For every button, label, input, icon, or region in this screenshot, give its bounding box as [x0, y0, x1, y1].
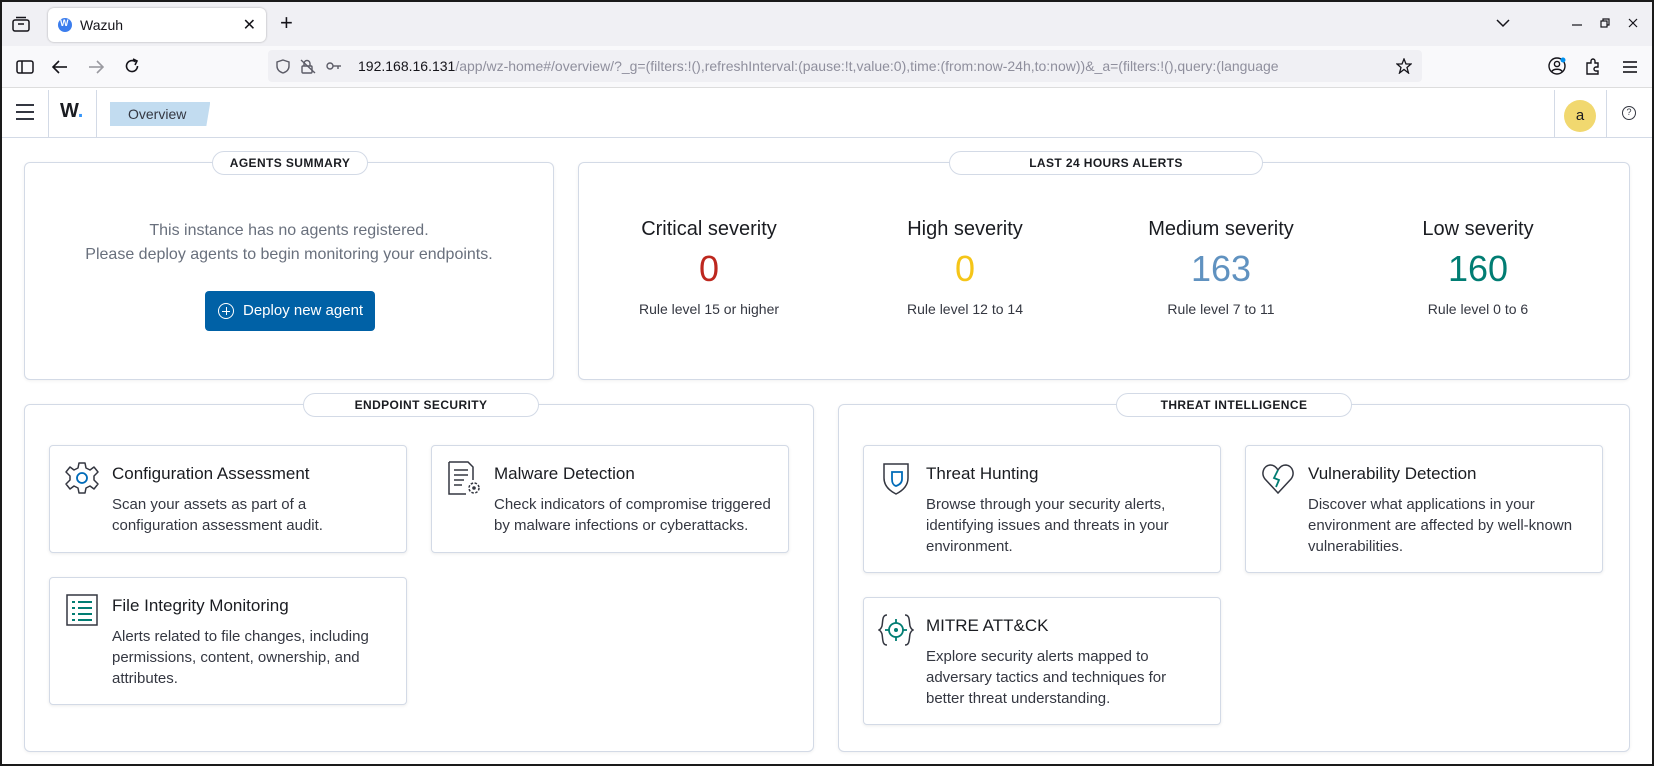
header-divider: [96, 90, 97, 138]
shield-icon[interactable]: [276, 59, 290, 74]
app-header: W. Overview a ?: [2, 90, 1652, 138]
navigation-bar: 192.168.16.131/app/wz-home#/overview/?_g…: [2, 46, 1652, 88]
severity-rule-level: Rule level 0 to 6: [1427, 301, 1529, 317]
header-divider: [48, 90, 49, 138]
deploy-new-agent-button[interactable]: Deploy new agent: [205, 291, 375, 331]
tab-strip: Wazuh ✕ +: [2, 2, 1652, 46]
tab-list-icon[interactable]: [12, 16, 30, 32]
card-description: Discover what applications in your envir…: [1308, 496, 1573, 555]
menu-icon[interactable]: [16, 104, 34, 120]
tab-overflow-chevron-icon[interactable]: [1496, 18, 1510, 28]
severity-rule-level: Rule level 12 to 14: [907, 301, 1023, 317]
agents-summary-panel: AGENTS SUMMARY This instance has no agen…: [24, 151, 554, 380]
card-description: Scan your assets as part of a configurat…: [112, 496, 323, 534]
url-bar[interactable]: 192.168.16.131/app/wz-home#/overview/?_g…: [268, 50, 1422, 82]
last-24-hours-alerts-title: LAST 24 HOURS ALERTS: [949, 151, 1263, 175]
severity-count[interactable]: 163: [1096, 245, 1346, 293]
restore-icon[interactable]: [1600, 18, 1610, 28]
key-icon[interactable]: [326, 61, 342, 71]
card-title: Configuration Assessment: [112, 464, 310, 483]
wazuh-logo[interactable]: W.: [60, 100, 83, 123]
configuration-assessment-card[interactable]: Configuration Assessment Scan your asset…: [49, 445, 407, 553]
threat-hunting-card[interactable]: Threat Hunting Browse through your secur…: [863, 445, 1221, 573]
medium-severity-stat[interactable]: Medium severity 163 Rule level 7 to 11: [1096, 215, 1346, 319]
plus-circle-icon: [218, 303, 234, 319]
shield-hunting-icon: [883, 463, 909, 495]
app-menu-icon[interactable]: [1622, 60, 1638, 74]
malware-detection-card[interactable]: Malware Detection Check indicators of co…: [431, 445, 789, 553]
new-tab-icon[interactable]: +: [280, 12, 293, 34]
breadcrumb-overview[interactable]: Overview: [110, 102, 211, 126]
card-description: Alerts related to file changes, includin…: [112, 628, 369, 687]
endpoint-security-title: ENDPOINT SECURITY: [303, 393, 539, 417]
reload-icon[interactable]: [124, 58, 140, 74]
browser-tab[interactable]: Wazuh ✕: [48, 8, 266, 42]
list-document-icon: [66, 594, 98, 626]
deploy-new-agent-label: Deploy new agent: [243, 302, 364, 319]
low-severity-stat[interactable]: Low severity 160 Rule level 0 to 6: [1353, 215, 1603, 319]
logo-dot: .: [77, 100, 84, 122]
card-description: Check indicators of compromise triggered…: [494, 496, 771, 534]
header-divider: [1554, 90, 1555, 138]
logo-letter: W: [60, 100, 78, 122]
browser-window: Wazuh ✕ +: [0, 0, 1654, 766]
vulnerability-detection-card[interactable]: Vulnerability Detection Discover what ap…: [1245, 445, 1603, 573]
wazuh-favicon-icon: [58, 18, 72, 32]
last-24-hours-alerts-panel: LAST 24 HOURS ALERTS Critical severity 0…: [578, 151, 1630, 380]
card-title: Vulnerability Detection: [1308, 464, 1477, 483]
target-icon: [878, 614, 914, 646]
broken-heart-icon: [1262, 464, 1294, 495]
account-icon[interactable]: [1548, 57, 1566, 75]
mitre-attack-card[interactable]: MITRE ATT&CK Explore security alerts map…: [863, 597, 1221, 725]
threat-intelligence-panel: THREAT INTELLIGENCE Threat Hunting Brows…: [838, 393, 1630, 752]
card-description: Browse through your security alerts, ide…: [926, 496, 1169, 555]
severity-title: Critical severity: [641, 218, 777, 240]
card-title: MITRE ATT&CK: [926, 616, 1049, 635]
url-host: 192.168.16.131: [358, 58, 456, 74]
card-title: Malware Detection: [494, 464, 635, 483]
no-agents-message: This instance has no agents registered.: [149, 222, 429, 239]
severity-rule-level: Rule level 15 or higher: [638, 301, 780, 317]
document-gear-icon: [448, 461, 480, 495]
card-title: Threat Hunting: [926, 464, 1039, 483]
avatar[interactable]: a: [1564, 100, 1596, 132]
sidebar-toggle-icon[interactable]: [16, 60, 34, 74]
minimize-icon[interactable]: [1572, 22, 1582, 26]
severity-title: Low severity: [1422, 218, 1534, 240]
url-text[interactable]: 192.168.16.131/app/wz-home#/overview/?_g…: [358, 58, 1388, 74]
insecure-lock-icon[interactable]: [300, 59, 316, 74]
severity-count[interactable]: 0: [840, 245, 1090, 293]
agents-summary-title: AGENTS SUMMARY: [212, 151, 368, 175]
url-path: /app/wz-home#/overview/?_g=(filters:!(),…: [455, 58, 1279, 74]
forward-arrow-icon[interactable]: [88, 60, 104, 74]
close-tab-icon[interactable]: ✕: [243, 15, 256, 35]
deploy-agents-message: Please deploy agents to begin monitoring…: [85, 246, 493, 263]
severity-rule-level: Rule level 7 to 11: [1167, 301, 1275, 317]
header-divider: [1606, 90, 1607, 138]
endpoint-security-panel: ENDPOINT SECURITY Configuration Assessme…: [24, 393, 814, 752]
file-integrity-monitoring-card[interactable]: File Integrity Monitoring Alerts related…: [49, 577, 407, 705]
close-window-icon[interactable]: [1628, 18, 1638, 28]
severity-count[interactable]: 160: [1353, 245, 1603, 293]
critical-severity-stat[interactable]: Critical severity 0 Rule level 15 or hig…: [584, 215, 834, 319]
high-severity-stat[interactable]: High severity 0 Rule level 12 to 14: [840, 215, 1090, 319]
threat-intelligence-title: THREAT INTELLIGENCE: [1116, 393, 1352, 417]
severity-title: High severity: [907, 218, 1023, 240]
card-description: Explore security alerts mapped to advers…: [926, 648, 1167, 707]
back-arrow-icon[interactable]: [52, 60, 68, 74]
extensions-icon[interactable]: [1584, 57, 1602, 75]
gear-icon: [65, 462, 99, 494]
severity-title: Medium severity: [1148, 218, 1294, 240]
card-title: File Integrity Monitoring: [112, 596, 289, 615]
help-icon[interactable]: ?: [1622, 106, 1636, 120]
severity-count[interactable]: 0: [584, 245, 834, 293]
tab-title: Wazuh: [80, 17, 124, 33]
bookmark-star-icon[interactable]: [1396, 58, 1412, 74]
